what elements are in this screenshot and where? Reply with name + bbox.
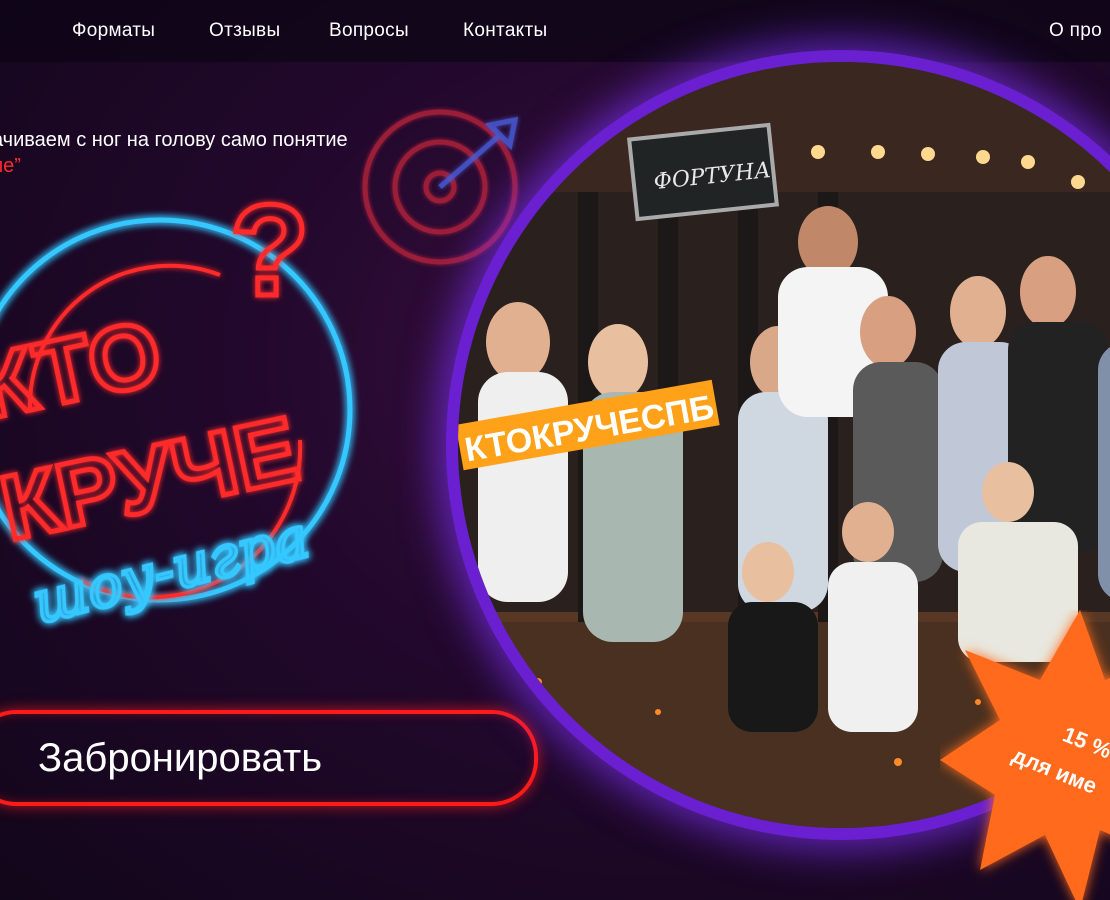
hero-tagline: ачиваем с ног на голову само понятие ие” — [0, 127, 348, 179]
nav-item-formats[interactable]: Форматы — [72, 20, 155, 42]
tagline-line-1: ачиваем с ног на голову само понятие — [0, 129, 348, 151]
book-button-label: Забронировать — [38, 736, 323, 780]
logo-word-1: КТО — [0, 301, 170, 439]
nav-item-reviews[interactable]: Отзывы — [209, 20, 280, 42]
neon-logo: КТО КРУЧЕ ? шоу-игра — [0, 175, 380, 640]
page: Форматы Отзывы Вопросы Контакты О про ач… — [0, 0, 1110, 900]
top-nav: Форматы Отзывы Вопросы Контакты О про — [0, 0, 1110, 62]
discount-badge[interactable]: 15 % для име — [940, 610, 1110, 900]
nav-item-contacts[interactable]: Контакты — [463, 20, 547, 42]
logo-question: ? — [230, 180, 309, 323]
book-button[interactable]: Забронировать — [0, 710, 538, 806]
nav-item-questions[interactable]: Вопросы — [329, 20, 409, 42]
tagline-line-2: ие” — [0, 155, 21, 177]
nav-item-about[interactable]: О про — [1049, 20, 1102, 42]
